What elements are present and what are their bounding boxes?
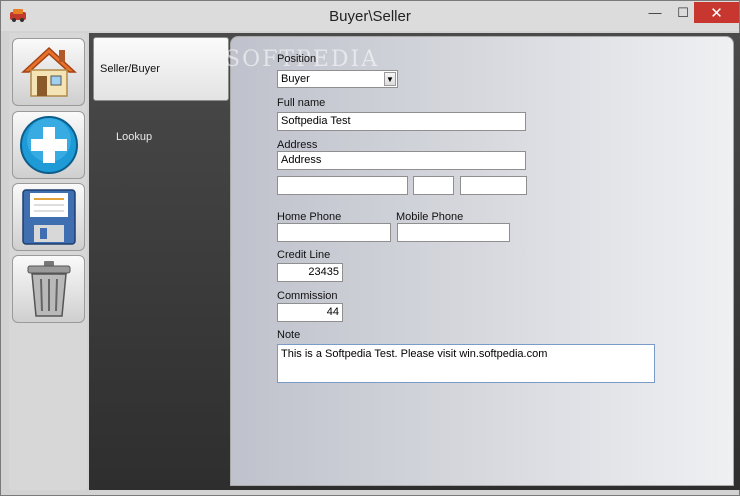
position-select[interactable]: Buyer ▼ (277, 70, 398, 88)
buyer-seller-form: SOFTPEDIA Position Buyer ▼ Full name Sof… (225, 36, 734, 486)
fullname-input[interactable]: Softpedia Test (277, 112, 526, 131)
commission-label: Commission (277, 290, 338, 302)
nav-item-seller-buyer[interactable]: Seller/Buyer (93, 37, 229, 101)
note-label: Note (277, 329, 301, 341)
mobile-phone-label: Mobile Phone (396, 211, 464, 223)
credit-line-input[interactable]: 23435 (277, 263, 343, 282)
app-window: Buyer\Seller — ☐ ✕ Seller/Buyer Lookup S… (0, 0, 740, 496)
home-phone-label: Home Phone (277, 211, 342, 223)
minimize-button[interactable]: — (641, 2, 669, 23)
address-city-input[interactable] (277, 176, 408, 195)
note-textarea[interactable]: This is a Softpedia Test. Please visit w… (277, 344, 655, 383)
commission-input[interactable]: 44 (277, 303, 343, 322)
home-button[interactable] (12, 38, 85, 106)
nav-item-lookup[interactable]: Lookup (93, 105, 229, 169)
credit-line-label: Credit Line (277, 249, 331, 261)
address-input[interactable]: Address (277, 151, 526, 170)
fullname-label: Full name (277, 97, 326, 109)
window-title: Buyer\Seller (329, 8, 411, 25)
chevron-down-icon[interactable]: ▼ (384, 72, 396, 86)
add-button[interactable] (12, 111, 85, 179)
address-state-input[interactable] (413, 176, 454, 195)
save-icon (21, 189, 76, 245)
add-icon (19, 116, 78, 174)
maximize-button[interactable]: ☐ (669, 2, 697, 23)
address-label: Address (277, 139, 318, 151)
close-button[interactable]: ✕ (694, 2, 739, 23)
mobile-phone-input[interactable] (397, 223, 510, 242)
title-bar[interactable]: Buyer\Seller — ☐ ✕ (1, 1, 739, 31)
toolbar (9, 33, 87, 490)
save-button[interactable] (12, 183, 85, 251)
delete-button[interactable] (12, 255, 85, 323)
trash-icon (27, 261, 70, 317)
home-phone-input[interactable] (277, 223, 391, 242)
address-zip-input[interactable] (460, 176, 527, 195)
home-icon (20, 46, 77, 97)
position-select-value: Buyer (281, 73, 310, 85)
position-label: Position (277, 53, 317, 65)
